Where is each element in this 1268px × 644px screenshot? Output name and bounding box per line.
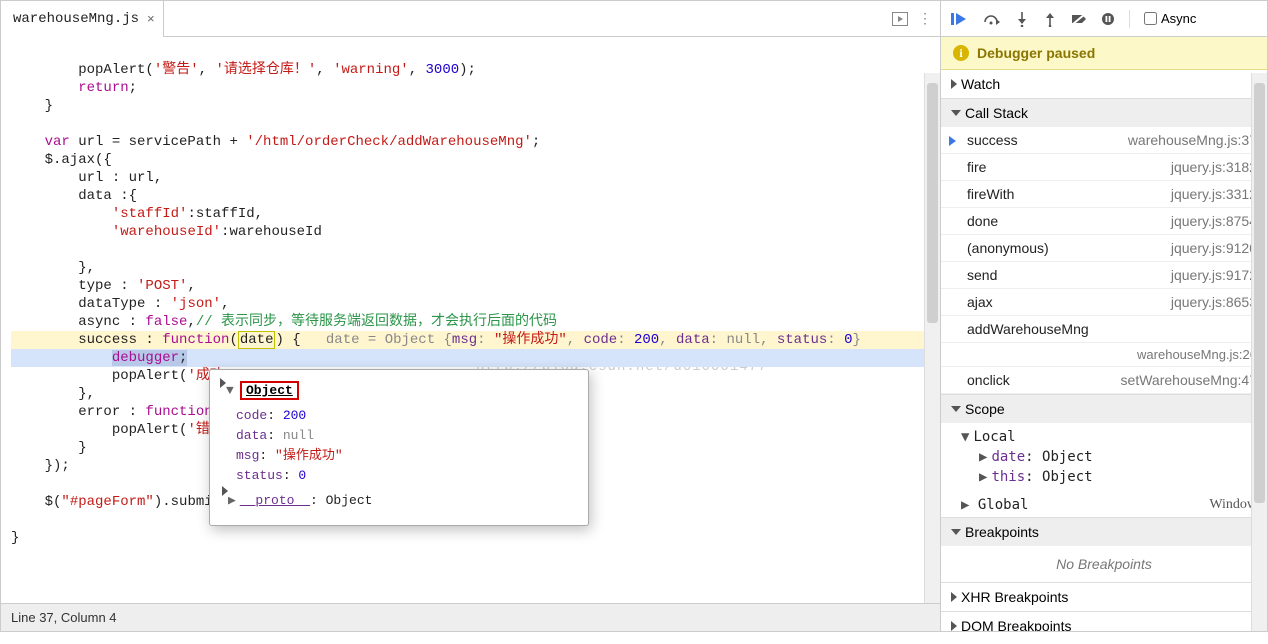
scope-section[interactable]: Scope (941, 395, 1267, 423)
dom-breakpoints-section[interactable]: DOM Breakpoints (941, 612, 1267, 631)
step-into-icon[interactable] (1015, 11, 1029, 27)
callstack-section[interactable]: Call Stack (941, 99, 1267, 127)
breakpoints-section[interactable]: Breakpoints (941, 518, 1267, 546)
debugger-toolbar: Async (941, 1, 1267, 37)
stack-location: warehouseMng.js:26 (941, 343, 1267, 367)
watch-section[interactable]: Watch (941, 70, 1267, 98)
more-icon[interactable]: ⋮ (918, 10, 932, 27)
stack-frame[interactable]: onclicksetWarehouseMng:47 (941, 367, 1267, 394)
editor-scrollbar[interactable] (924, 73, 940, 603)
panel-scrollbar[interactable] (1251, 73, 1267, 631)
stack-frame[interactable]: sendjquery.js:9172 (941, 262, 1267, 289)
tab-filename: warehouseMng.js (13, 11, 139, 27)
info-icon: i (953, 45, 969, 61)
tab-file[interactable]: warehouseMng.js × (1, 1, 164, 37)
popover-title: Object (240, 381, 299, 400)
pause-exceptions-icon[interactable] (1101, 12, 1115, 26)
resume-icon[interactable] (951, 12, 969, 26)
expand-icon[interactable]: ▶ (222, 486, 228, 496)
toggle-navigator-icon[interactable] (892, 12, 908, 26)
stack-frame[interactable]: firejquery.js:3182 (941, 154, 1267, 181)
step-over-icon[interactable] (983, 12, 1001, 26)
step-out-icon[interactable] (1043, 11, 1057, 27)
status-bar: Line 37, Column 4 (1, 603, 940, 631)
scope-global[interactable]: ▶ GlobalWindow (941, 493, 1267, 517)
stack-frame[interactable]: (anonymous)jquery.js:9120 (941, 235, 1267, 262)
debugger-paused-notice: i Debugger paused (941, 37, 1267, 70)
no-breakpoints-text: No Breakpoints (941, 546, 1267, 582)
stack-frame[interactable]: addWarehouseMng (941, 316, 1267, 343)
async-checkbox[interactable]: Async (1144, 11, 1196, 26)
xhr-breakpoints-section[interactable]: XHR Breakpoints (941, 583, 1267, 611)
stack-frame[interactable]: fireWithjquery.js:3312 (941, 181, 1267, 208)
close-icon[interactable]: × (147, 11, 155, 26)
stack-frame[interactable]: donejquery.js:8754 (941, 208, 1267, 235)
editor-tabbar: warehouseMng.js × ⋮ (1, 1, 940, 37)
stack-frame[interactable]: successwarehouseMng.js:37 (941, 127, 1267, 154)
expand-icon[interactable]: ▼ (220, 378, 226, 388)
deactivate-breakpoints-icon[interactable] (1071, 12, 1087, 26)
value-popover: ▼Object code: 200 data: null msg: "操作成功"… (209, 369, 589, 526)
code-editor[interactable]: http://blog.csdn.net/u010001477 popAlert… (1, 37, 940, 603)
stack-frame[interactable]: ajaxjquery.js:8653 (941, 289, 1267, 316)
